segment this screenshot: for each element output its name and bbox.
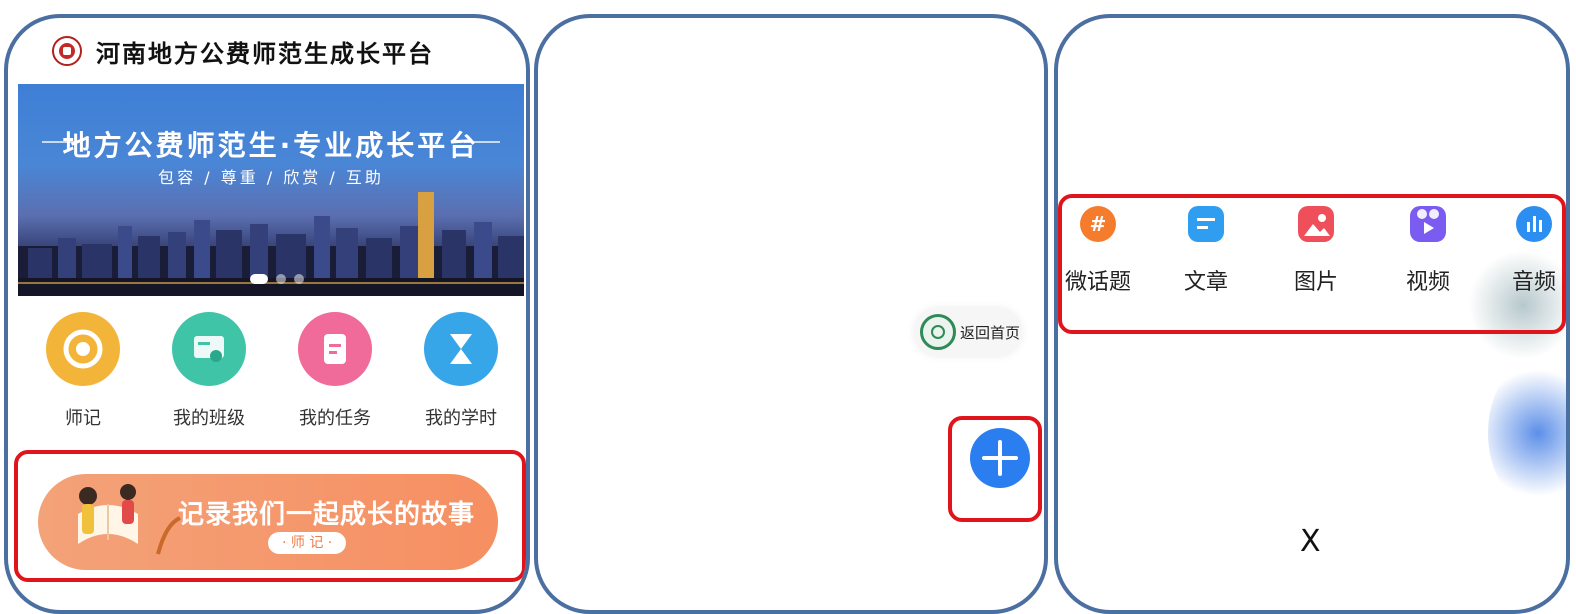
background-blur [1488, 358, 1566, 508]
highlight-box-publish [1058, 194, 1566, 334]
app-title: 河南地方公费师范生成长平台 [96, 40, 434, 68]
banner-title: 地方公费师范生·专业成长平台 [62, 129, 480, 162]
menu-item-notes[interactable]: 师记 [28, 312, 138, 430]
class-icon [172, 312, 246, 386]
back-home-label: 返回首页 [960, 324, 1021, 342]
menu-label: 我的任务 [299, 408, 371, 429]
quick-menu: 师记 我的班级 我的任务 我的学时 [8, 312, 526, 432]
close-button[interactable]: X [1300, 524, 1321, 559]
hourglass-icon [424, 312, 498, 386]
highlight-box-add [948, 416, 1042, 522]
carousel-indicator[interactable] [250, 274, 304, 284]
phone-screen-home: 河南地方公费师范生成长平台 地方公费师范生·专业成长平台 包容 / 尊重 / 欣… [4, 14, 530, 614]
notes-icon [46, 312, 120, 386]
menu-label: 我的班级 [173, 408, 245, 429]
phone-screen-publish-menu: # 微话题 文章 图片 视频 音频 X [1054, 14, 1570, 614]
carousel-dot[interactable] [294, 274, 304, 284]
menu-item-my-tasks[interactable]: 我的任务 [280, 312, 390, 430]
hero-banner[interactable]: 地方公费师范生·专业成长平台 包容 / 尊重 / 欣赏 / 互助 [18, 84, 524, 296]
app-header: 河南地方公费师范生成长平台 [8, 18, 526, 82]
menu-item-my-class[interactable]: 我的班级 [154, 312, 264, 430]
menu-item-my-hours[interactable]: 我的学时 [406, 312, 516, 430]
highlight-box-story [14, 450, 526, 582]
menu-label: 师记 [65, 408, 101, 429]
carousel-dot[interactable] [250, 274, 268, 284]
carousel-dot[interactable] [276, 274, 286, 284]
banner-subtitle: 包容 / 尊重 / 欣赏 / 互助 [158, 168, 384, 187]
back-home-button[interactable]: 返回首页 [914, 308, 1022, 356]
phone-screen-notes: 返回首页 [534, 14, 1048, 614]
app-logo-icon [52, 36, 82, 66]
task-icon [298, 312, 372, 386]
home-emblem-icon [920, 314, 956, 350]
menu-label: 我的学时 [425, 408, 497, 429]
